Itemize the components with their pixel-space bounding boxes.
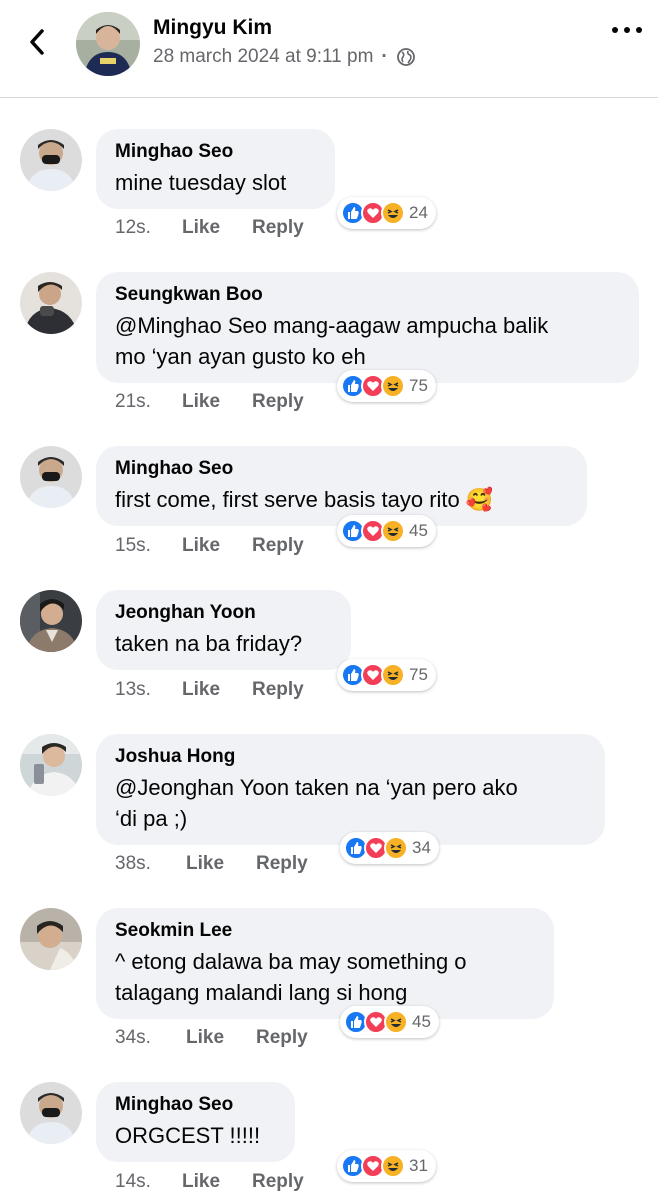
haha-icon: [381, 1154, 405, 1178]
comment-actions: 14s. Like Reply: [115, 1171, 304, 1193]
haha-icon: [381, 519, 405, 543]
reaction-count: 45: [412, 1012, 431, 1031]
haha-icon: [381, 201, 405, 225]
reply-button[interactable]: Reply: [252, 1171, 304, 1193]
comment-timestamp[interactable]: 38s.: [115, 853, 186, 875]
more-dot: [624, 27, 630, 33]
reaction-count: 45: [409, 521, 428, 540]
comment-text: mo ‘yan ayan gusto ko eh: [115, 344, 366, 369]
reaction-count: 75: [409, 665, 428, 684]
comment-text: taken na ba friday?: [115, 631, 303, 656]
comment-text: @Minghao Seo mang-aagaw ampucha balik: [115, 313, 549, 338]
comment-timestamp[interactable]: 14s.: [115, 1171, 182, 1193]
comment-author[interactable]: Seungkwan Boo: [115, 284, 620, 306]
comment-actions: 15s. Like Reply: [115, 535, 304, 557]
avatar[interactable]: [20, 272, 82, 334]
comment-text: ^ etong dalawa ba may something o: [115, 949, 467, 974]
comment-timestamp[interactable]: 34s.: [115, 1027, 186, 1049]
globe-icon: [396, 48, 415, 66]
comment-text: talagang malandi lang si hong: [115, 980, 408, 1005]
reaction-summary[interactable]: 75: [337, 659, 436, 691]
post-meta: 28 march 2024 at 9:11 pm ·: [153, 46, 416, 68]
like-button[interactable]: Like: [182, 217, 252, 239]
reaction-summary[interactable]: 75: [337, 370, 436, 402]
comment-text: ‘di pa ;): [115, 806, 188, 831]
comment-timestamp[interactable]: 15s.: [115, 535, 182, 557]
comment-text: mine tuesday slot: [115, 170, 287, 195]
comment-bubble: Seungkwan Boo @Minghao Seo mang-aagaw am…: [96, 272, 639, 383]
haha-icon: [381, 663, 405, 687]
comment-bubble: Jeonghan Yoon taken na ba friday?: [96, 590, 351, 670]
reply-button[interactable]: Reply: [252, 217, 304, 239]
like-button[interactable]: Like: [182, 391, 252, 413]
comment-timestamp[interactable]: 13s.: [115, 679, 182, 701]
reaction-count: 75: [409, 376, 428, 395]
avatar[interactable]: [20, 129, 82, 191]
comment-text: ORGCEST !!!!!: [115, 1123, 261, 1148]
avatar[interactable]: [20, 446, 82, 508]
chevron-left-icon: [30, 29, 44, 55]
reply-button[interactable]: Reply: [252, 679, 304, 701]
post-timestamp[interactable]: 28 march 2024 at 9:11 pm: [153, 46, 373, 68]
comment-text: @Jeonghan Yoon taken na ‘yan pero ako: [115, 775, 518, 800]
reply-button[interactable]: Reply: [252, 391, 304, 413]
post-author-name[interactable]: Mingyu Kim: [153, 16, 272, 40]
avatar[interactable]: [76, 12, 140, 76]
comment-bubble: Minghao Seo mine tuesday slot: [96, 129, 335, 209]
meta-separator: ·: [381, 46, 388, 67]
comment-author[interactable]: Minghao Seo: [115, 458, 568, 480]
reply-button[interactable]: Reply: [252, 535, 304, 557]
comment-actions: 12s. Like Reply: [115, 217, 304, 239]
comment-actions: 38s. Like Reply: [115, 853, 308, 875]
like-button[interactable]: Like: [182, 535, 252, 557]
comment-author[interactable]: Seokmin Lee: [115, 920, 535, 942]
reaction-summary[interactable]: 45: [340, 1006, 439, 1038]
comment-text: first come, first serve basis tayo rito …: [115, 487, 494, 512]
like-button[interactable]: Like: [182, 679, 252, 701]
more-dots-icon: [612, 27, 618, 33]
more-dot: [636, 27, 642, 33]
like-button[interactable]: Like: [186, 1027, 256, 1049]
haha-icon: [384, 1010, 408, 1034]
reaction-summary[interactable]: 34: [340, 832, 439, 864]
avatar[interactable]: [20, 590, 82, 652]
comment-bubble: Minghao Seo first come, first serve basi…: [96, 446, 587, 526]
reaction-summary[interactable]: 31: [337, 1150, 436, 1182]
reaction-count: 31: [409, 1156, 428, 1175]
reply-button[interactable]: Reply: [256, 853, 308, 875]
comment-author[interactable]: Jeonghan Yoon: [115, 602, 332, 624]
reaction-summary[interactable]: 45: [337, 515, 436, 547]
comment-actions: 13s. Like Reply: [115, 679, 304, 701]
more-options-button[interactable]: [612, 20, 642, 40]
comment-timestamp[interactable]: 12s.: [115, 217, 182, 239]
avatar[interactable]: [20, 908, 82, 970]
comment-author[interactable]: Joshua Hong: [115, 746, 586, 768]
like-button[interactable]: Like: [182, 1171, 252, 1193]
comment-timestamp[interactable]: 21s.: [115, 391, 182, 413]
comment-author[interactable]: Minghao Seo: [115, 1094, 276, 1116]
reply-button[interactable]: Reply: [256, 1027, 308, 1049]
like-button[interactable]: Like: [186, 853, 256, 875]
haha-icon: [384, 836, 408, 860]
reaction-count: 24: [409, 203, 428, 222]
comment-actions: 21s. Like Reply: [115, 391, 304, 413]
comment-bubble: Minghao Seo ORGCEST !!!!!: [96, 1082, 295, 1162]
comment-bubble: Seokmin Lee ^ etong dalawa ba may someth…: [96, 908, 554, 1019]
comment-bubble: Joshua Hong @Jeonghan Yoon taken na ‘yan…: [96, 734, 605, 845]
avatar[interactable]: [20, 734, 82, 796]
haha-icon: [381, 374, 405, 398]
avatar[interactable]: [20, 1082, 82, 1144]
back-button[interactable]: [22, 24, 52, 60]
post-header: Mingyu Kim 28 march 2024 at 9:11 pm ·: [0, 0, 658, 98]
reaction-summary[interactable]: 24: [337, 197, 436, 229]
comment-author[interactable]: Minghao Seo: [115, 141, 316, 163]
reaction-count: 34: [412, 838, 431, 857]
comment-actions: 34s. Like Reply: [115, 1027, 308, 1049]
